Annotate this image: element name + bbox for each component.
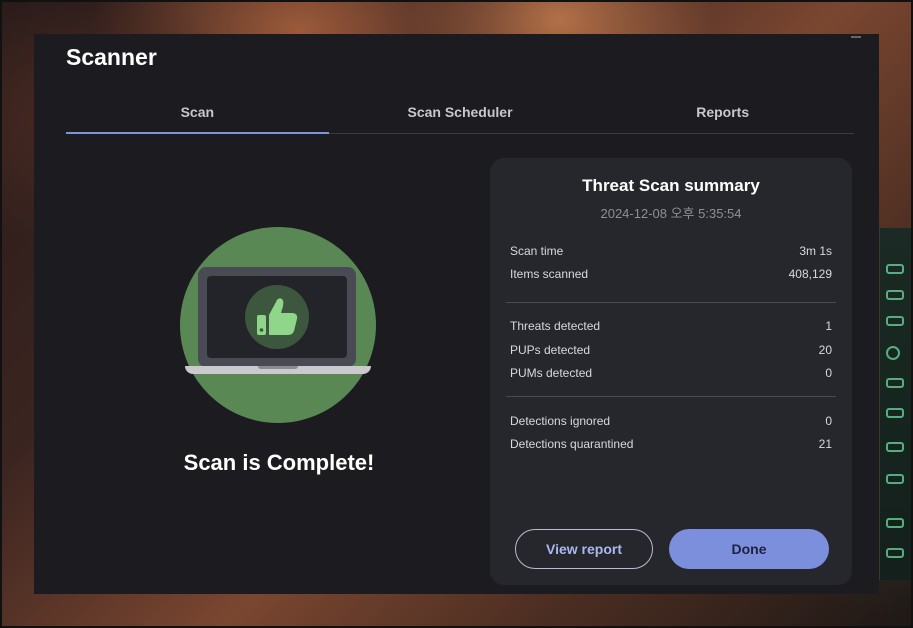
row-label: Detections quarantined	[510, 437, 634, 451]
row-value: 0	[825, 366, 832, 380]
window-title: Scanner	[66, 44, 157, 70]
scan-status-text: Scan is Complete!	[183, 450, 375, 475]
row-label: PUMs detected	[510, 366, 593, 380]
row-value: 0	[825, 414, 832, 428]
background-device	[878, 228, 913, 580]
tab-reports[interactable]: Reports	[591, 96, 854, 133]
laptop-notch	[258, 366, 298, 369]
summary-row-pums-detected: PUMs detected 0	[510, 366, 832, 380]
thumbs-up-icon	[245, 285, 309, 349]
scanner-window: Scanner Scan Scan Scheduler Reports Scan…	[34, 34, 879, 594]
tab-scan[interactable]: Scan	[66, 96, 329, 134]
summary-row-pups-detected: PUPs detected 20	[510, 343, 832, 357]
threat-scan-summary-panel: Threat Scan summary 2024-12-08 오후 5:35:5…	[490, 158, 852, 585]
laptop-thumbs-up-icon	[180, 227, 376, 423]
summary-row-scan-time: Scan time 3m 1s	[510, 244, 832, 258]
row-value: 1	[825, 319, 832, 333]
divider	[506, 302, 836, 303]
summary-date: 2024-12-08 오후 5:35:54	[600, 206, 742, 221]
view-report-button[interactable]: View report	[515, 529, 653, 569]
done-button[interactable]: Done	[669, 529, 829, 569]
row-label: Detections ignored	[510, 414, 611, 428]
row-value: 20	[818, 343, 832, 357]
summary-row-threats-detected: Threats detected 1	[510, 319, 832, 333]
tab-bar: Scan Scan Scheduler Reports	[66, 96, 854, 134]
minimize-icon[interactable]	[851, 30, 861, 38]
tab-scan-scheduler[interactable]: Scan Scheduler	[329, 96, 592, 133]
summary-title: Threat Scan summary	[582, 176, 760, 195]
divider	[506, 396, 836, 397]
row-value: 3m 1s	[799, 244, 832, 258]
row-value: 408,129	[788, 267, 832, 281]
summary-row-detections-ignored: Detections ignored 0	[510, 414, 832, 428]
row-label: Threats detected	[510, 319, 601, 333]
row-value: 21	[818, 437, 832, 451]
laptop-screen	[207, 276, 347, 358]
row-label: Scan time	[510, 244, 564, 258]
summary-row-detections-quarantined: Detections quarantined 21	[510, 437, 832, 451]
row-label: Items scanned	[510, 267, 589, 281]
row-label: PUPs detected	[510, 343, 591, 357]
summary-row-items-scanned: Items scanned 408,129	[510, 267, 832, 281]
laptop-lid	[198, 267, 356, 367]
